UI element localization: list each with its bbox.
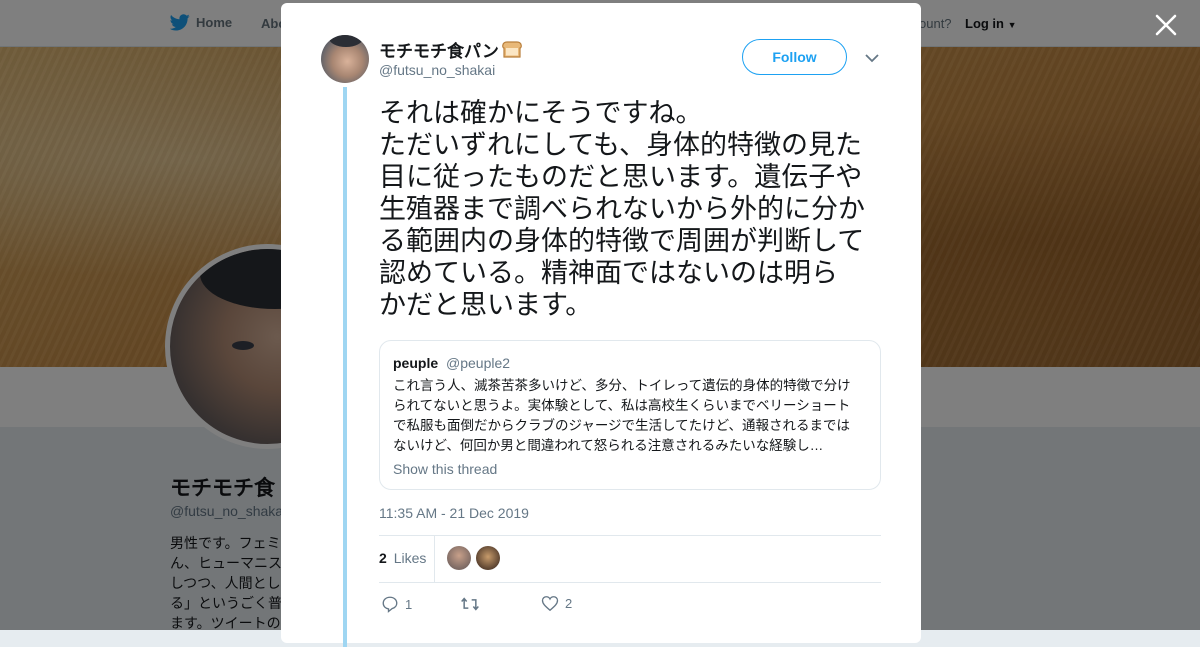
liker-avatar[interactable] <box>447 546 471 570</box>
liker-avatar[interactable] <box>476 546 500 570</box>
quoted-tweet-card[interactable]: peuple @peuple2 これ言う人、滅茶苦茶多いけど、多分、トイレって遺… <box>379 340 881 490</box>
tweet-text-line: それは確かにそうですね。 <box>379 98 703 129</box>
chevron-down-icon[interactable] <box>864 50 880 66</box>
bread-icon <box>502 41 522 58</box>
divider <box>434 536 435 582</box>
close-icon[interactable] <box>1153 12 1179 38</box>
like-count: 2 <box>565 596 573 611</box>
divider <box>379 535 881 536</box>
quoted-text-line: られてないと思うよ。実体験として、私は高校生くらいまでベリーショート <box>393 398 851 413</box>
retweet-icon <box>461 597 479 611</box>
likes-count: 2 <box>379 550 387 566</box>
tweet-text: それは確かにそうですね。 ただいずれにしても、身体的特徴の見た 目に従ったものだ… <box>379 98 889 322</box>
quoted-text-line: ないけど、何回か男と間違われて怒られる注意されるみたいな経験し… <box>393 438 824 453</box>
tweet-timestamp[interactable]: 11:35 AM - 21 Dec 2019 <box>379 505 529 521</box>
quoted-author-name: peuple <box>393 355 439 371</box>
follow-button[interactable]: Follow <box>742 39 847 75</box>
quoted-tweet-header: peuple @peuple2 <box>393 355 510 371</box>
divider <box>379 582 881 583</box>
quoted-text-line: で私服も面倒だからクラブのジャージで生活してたけど、通報されるまでは <box>393 418 850 433</box>
thread-connector-line <box>343 87 347 647</box>
quoted-text-line: これ言う人、滅茶苦茶多いけど、多分、トイレって遺伝的身体的特徴で分け <box>393 378 851 393</box>
tweet-text-line: 認めている。精神面ではないのは明ら <box>379 258 838 289</box>
likes-stat[interactable]: 2 Likes <box>379 550 426 566</box>
retweet-button[interactable] <box>460 595 486 613</box>
author-name-text: モチモチ食パン <box>379 42 499 61</box>
tweet-text-line: る範囲内の身体的特徴で周囲が判断して <box>379 226 865 257</box>
author-display-name[interactable]: モチモチ食パン <box>379 37 523 62</box>
tweet-text-line: 生殖器まで調べられないから外的に分か <box>379 194 865 225</box>
author-handle[interactable]: @futsu_no_shakai <box>379 62 495 78</box>
author-avatar[interactable] <box>321 35 369 83</box>
reply-count: 1 <box>405 596 413 612</box>
heart-icon <box>541 596 559 612</box>
tweet-modal: モチモチ食パン @futsu_no_shakai Follow それは確かにそう… <box>281 3 921 647</box>
tweet-text-line: 目に従ったものだと思います。遺伝子や <box>379 162 863 193</box>
reply-button[interactable]: 1 <box>381 595 412 613</box>
like-button[interactable]: 2 <box>541 595 572 612</box>
quoted-author-handle: @peuple2 <box>446 355 511 371</box>
tweet-text-line: かだと思います。 <box>379 290 593 321</box>
likes-label: Likes <box>393 550 427 566</box>
quoted-tweet-text: これ言う人、滅茶苦茶多いけど、多分、トイレって遺伝的身体的特徴で分け られてない… <box>393 376 873 456</box>
show-thread-link[interactable]: Show this thread <box>393 461 497 477</box>
reply-icon <box>382 596 398 613</box>
tweet-text-line: ただいずれにしても、身体的特徴の見た <box>379 130 863 161</box>
